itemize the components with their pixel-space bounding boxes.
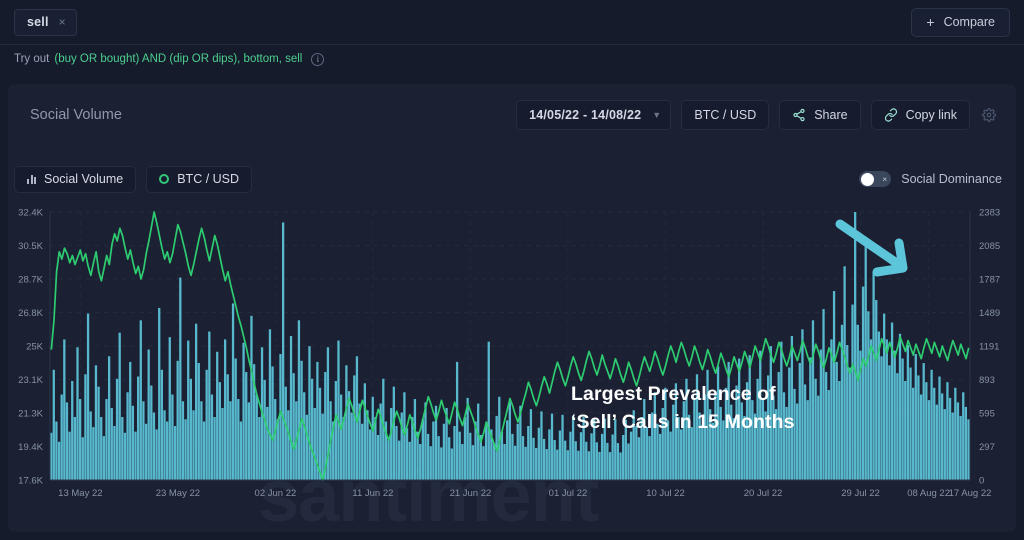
svg-text:19.4K: 19.4K [18,442,43,453]
app-root: sell × + Compare Try out (buy OR bought)… [0,0,1024,540]
top-bar: sell × + Compare [0,0,1024,45]
svg-text:25K: 25K [26,342,44,353]
search-tag-sell[interactable]: sell × [14,8,77,36]
legend-btc-usd-label: BTC / USD [177,172,240,186]
asset-pair-selector[interactable]: BTC / USD [681,100,770,130]
search-tag-label: sell [27,15,49,29]
chart-legend-row: Social Volume BTC / USD × Social Dominan… [8,162,1016,196]
hint-query-example[interactable]: (buy OR bought) AND (dip OR dips), botto… [54,53,302,65]
toggle-knob [861,172,875,186]
plus-icon: + [926,14,935,30]
compare-label: Compare [943,15,995,29]
copy-link-label: Copy link [905,108,957,122]
svg-text:20 Jul 22: 20 Jul 22 [744,488,783,499]
svg-text:2383: 2383 [979,208,1000,219]
svg-text:08 Aug 22: 08 Aug 22 [907,488,950,499]
legend-social-volume-label: Social Volume [44,172,124,186]
svg-text:01 Jul 22: 01 Jul 22 [549,488,588,499]
bar-chart-icon [27,174,36,184]
svg-text:10 Jul 22: 10 Jul 22 [646,488,685,499]
chevron-down-icon: ▼ [652,110,662,120]
svg-text:32.4K: 32.4K [18,208,43,219]
svg-text:595: 595 [979,409,995,420]
svg-text:297: 297 [979,442,995,453]
close-icon[interactable]: × [59,16,66,28]
hint-prefix: Try out [14,53,50,65]
settings-button[interactable] [976,102,1002,128]
svg-text:21.3K: 21.3K [18,409,43,420]
svg-text:17.6K: 17.6K [18,476,43,487]
svg-text:23 May 22: 23 May 22 [156,488,200,499]
share-icon [793,108,805,122]
social-dominance-control: × Social Dominance [859,162,1002,196]
copy-link-button[interactable]: Copy link [870,100,970,130]
svg-text:17 Aug 22: 17 Aug 22 [949,488,992,499]
date-range-label: 14/05/22 - 14/08/22 [529,108,642,122]
svg-text:26.8K: 26.8K [18,308,43,319]
chart-area: santiment 17.6K 19.4K 21.3K 23.1K 25K 26.8K 28… [8,198,1016,538]
svg-text:02 Jun 22: 02 Jun 22 [255,488,297,499]
date-range-selector[interactable]: 14/05/22 - 14/08/22 ▼ [516,100,672,130]
compare-button[interactable]: + Compare [911,7,1010,37]
social-dominance-label: Social Dominance [901,172,1002,186]
toggle-off-icon: × [882,173,888,184]
svg-text:13 May 22: 13 May 22 [58,488,102,499]
svg-text:21 Jun 22: 21 Jun 22 [450,488,492,499]
svg-text:30.5K: 30.5K [18,241,43,252]
info-icon[interactable]: i [311,52,325,66]
svg-text:2085: 2085 [979,241,1000,252]
social-dominance-toggle[interactable]: × [859,171,892,187]
legend-btc-usd[interactable]: BTC / USD [146,165,253,193]
share-label: Share [814,108,848,122]
svg-text:893: 893 [979,375,995,386]
chart-svg[interactable]: 17.6K 19.4K 21.3K 23.1K 25K 26.8K 28.7K 30.5K 32… [8,198,1016,532]
svg-text:1787: 1787 [979,275,1000,286]
svg-text:1191: 1191 [979,342,999,353]
query-hint-row: Try out (buy OR bought) AND (dip OR dips… [0,45,1024,73]
link-icon [884,108,897,122]
chart-panel: Social Volume 14/05/22 - 14/08/22 ▼ BTC … [8,84,1016,538]
svg-text:1489: 1489 [979,308,1000,319]
panel-header: Social Volume 14/05/22 - 14/08/22 ▼ BTC … [8,84,1016,146]
legend-social-volume[interactable]: Social Volume [14,165,137,193]
asset-pair-label: BTC / USD [694,108,757,122]
svg-text:29 Jul 22: 29 Jul 22 [841,488,880,499]
page-title: Social Volume [30,107,122,123]
svg-text:0: 0 [979,476,984,487]
svg-text:28.7K: 28.7K [18,275,43,286]
svg-text:23.1K: 23.1K [18,375,43,386]
circle-icon [159,174,170,184]
gear-icon [982,108,996,122]
share-button[interactable]: Share [779,100,861,130]
svg-text:11 Jun 22: 11 Jun 22 [352,488,393,499]
